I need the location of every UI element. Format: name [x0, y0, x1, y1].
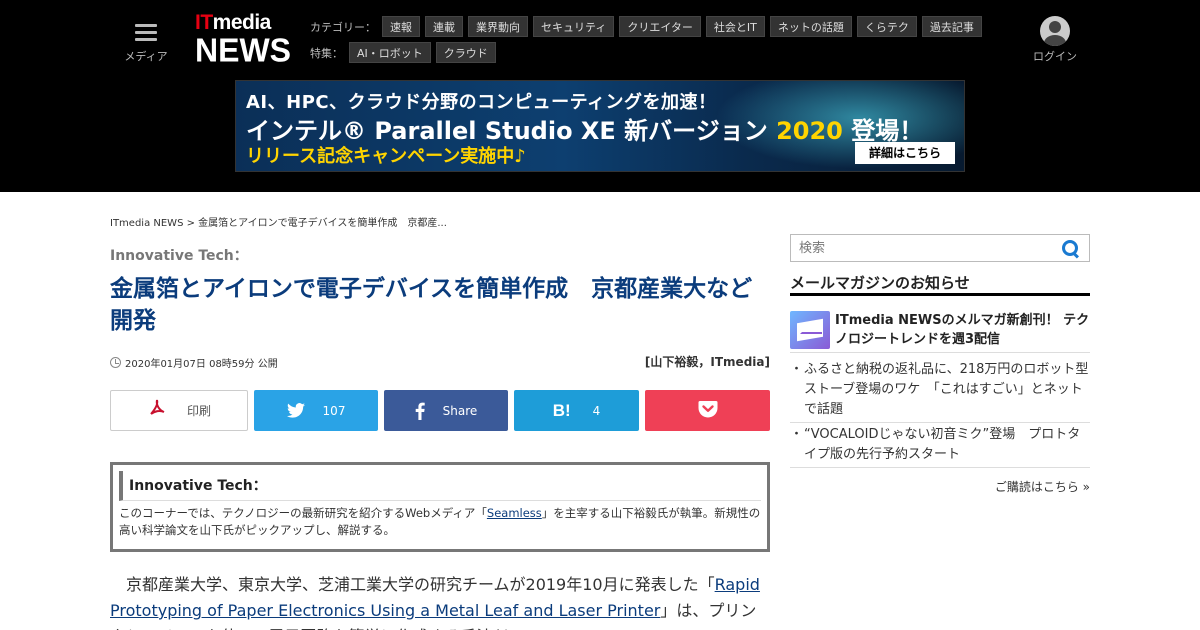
- category-label: カテゴリー：: [310, 20, 376, 34]
- nav-tag-creator[interactable]: クリエイター: [619, 16, 701, 37]
- feature-nav: 特集： AI・ロボット クラウド: [310, 42, 501, 63]
- banner-line2-pre: インテル® Parallel Studio XE 新バージョン: [246, 117, 777, 145]
- pocket-button[interactable]: [645, 390, 770, 431]
- twitter-share-button[interactable]: 107: [254, 390, 378, 431]
- breadcrumb-current: 金属箔とアイロンで電子デバイスを簡単作成 京都産...: [198, 218, 447, 229]
- series-info-title: Innovative Tech：: [119, 471, 761, 501]
- logo-news: NEWS: [195, 31, 291, 69]
- search-input[interactable]: [791, 235, 1051, 261]
- search-box: [790, 234, 1090, 262]
- share-bar: 印刷 107 Share B! 4: [110, 390, 770, 431]
- nav-tag-security[interactable]: セキュリティ: [533, 16, 615, 37]
- hamburger-icon: [135, 24, 157, 42]
- hatena-bookmark-button[interactable]: B! 4: [514, 390, 639, 431]
- series-info-box: Innovative Tech： このコーナーでは、テクノロジーの最新研究を紹介…: [110, 462, 770, 552]
- body-text-pre: 京都産業大学、東京大学、芝浦工業大学の研究チームが2019年10月に発表した「: [126, 575, 715, 594]
- banner-line3: リリース記念キャンペーン実施中♪: [246, 146, 526, 167]
- login-label: ログイン: [1033, 50, 1077, 63]
- user-avatar-icon: [1040, 16, 1070, 46]
- seamless-link[interactable]: Seamless: [487, 506, 542, 520]
- banner-line2: インテル® Parallel Studio XE 新バージョン 2020 登場！: [246, 111, 923, 146]
- article-body-paragraph: 京都産業大学、東京大学、芝浦工業大学の研究チームが2019年10月に発表した「R…: [110, 572, 770, 630]
- publish-date-text: 2020年01月07日 08時59分 公開: [125, 359, 278, 370]
- mailmag-lead-text: ITmedia NEWSのメルマガ新創刊！ テクノロジートレンドを週3配信: [835, 313, 1090, 347]
- site-logo[interactable]: ITmedia NEWS: [195, 12, 295, 68]
- series-label: Innovative Tech：: [110, 248, 248, 264]
- series-info-body-pre: このコーナーでは、テクノロジーの最新研究を紹介するWebメディア「: [119, 506, 487, 520]
- mailmag-list: ふるさと納税の返礼品に、218万円のロボット型ストーブ登場のワケ 「これはすごい…: [790, 358, 1090, 468]
- series-info-body: このコーナーでは、テクノロジーの最新研究を紹介するWebメディア「Seamles…: [119, 505, 761, 539]
- breadcrumb-home-link[interactable]: ITmedia NEWS: [110, 218, 183, 229]
- facebook-label: Share: [442, 403, 478, 418]
- category-nav: カテゴリー： 速報 連載 業界動向 セキュリティ クリエイター 社会とIT ネッ…: [310, 16, 987, 37]
- nav-tag-gyokai[interactable]: 業界動向: [468, 16, 528, 37]
- banner-line2-post: 登場！: [842, 117, 924, 145]
- login-button[interactable]: ログイン: [1030, 16, 1080, 64]
- media-menu-button[interactable]: メディア: [122, 20, 170, 64]
- pdf-icon: [147, 398, 167, 423]
- media-menu-label: メディア: [124, 50, 168, 63]
- hatena-bookmark-icon: B!: [552, 400, 571, 420]
- pocket-icon: [698, 400, 718, 421]
- mailmag-lead-link[interactable]: ITmedia NEWSのメルマガ新創刊！ テクノロジートレンドを週3配信: [790, 311, 1090, 353]
- banner-year: 2020: [776, 117, 843, 145]
- twitter-icon: [286, 403, 305, 418]
- mailmag-subscribe-link[interactable]: ご購読はこちら »: [790, 478, 1090, 495]
- mailmag-list-item[interactable]: ふるさと納税の返礼品に、218万円のロボット型ストーブ登場のワケ 「これはすごい…: [790, 358, 1090, 423]
- author-byline: [山下裕毅，ITmedia]: [644, 355, 770, 369]
- breadcrumb-separator: >: [183, 218, 199, 229]
- nav-tag-rensai[interactable]: 連載: [425, 16, 463, 37]
- publish-date: 2020年01月07日 08時59分 公開: [110, 355, 278, 370]
- facebook-icon: [415, 402, 425, 420]
- search-icon[interactable]: [1061, 239, 1081, 259]
- feature-label: 特集：: [310, 46, 343, 60]
- print-button[interactable]: 印刷: [110, 390, 248, 431]
- facebook-share-button[interactable]: Share: [384, 390, 508, 431]
- clock-icon: [110, 357, 121, 368]
- nav-tag-archive[interactable]: 過去記事: [921, 16, 982, 37]
- hatena-count: 4: [592, 403, 601, 418]
- nav-tag-society-it[interactable]: 社会とIT: [705, 16, 765, 37]
- mail-icon: [790, 311, 830, 349]
- nav-tag-ai-robot[interactable]: AI・ロボット: [349, 42, 431, 63]
- nav-tag-cloud[interactable]: クラウド: [435, 42, 496, 63]
- article-title: 金属箔とアイロンで電子デバイスを簡単作成 京都産業大など開発: [110, 276, 753, 334]
- mailmag-list-item[interactable]: “VOCALOIDじゃない初音ミク”登場 プロトタイプ版の先行予約スタート: [790, 423, 1090, 468]
- ad-banner[interactable]: AI、HPC、クラウド分野のコンピューティングを加速！ インテル® Parall…: [235, 80, 965, 172]
- nav-tag-kuratech[interactable]: くらテク: [856, 16, 917, 37]
- mailmag-heading: メールマガジンのお知らせ: [790, 272, 1090, 296]
- site-header: メディア ITmedia NEWS カテゴリー： 速報 連載 業界動向 セキュリ…: [0, 0, 1200, 192]
- nav-tag-net-topics[interactable]: ネットの話題: [769, 16, 852, 37]
- print-label: 印刷: [186, 404, 211, 418]
- banner-cta-button[interactable]: 詳細はこちら: [855, 142, 955, 164]
- nav-tag-sokuho[interactable]: 速報: [382, 16, 420, 37]
- twitter-count: 107: [322, 403, 346, 418]
- breadcrumb: ITmedia NEWS > 金属箔とアイロンで電子デバイスを簡単作成 京都産.…: [110, 214, 447, 229]
